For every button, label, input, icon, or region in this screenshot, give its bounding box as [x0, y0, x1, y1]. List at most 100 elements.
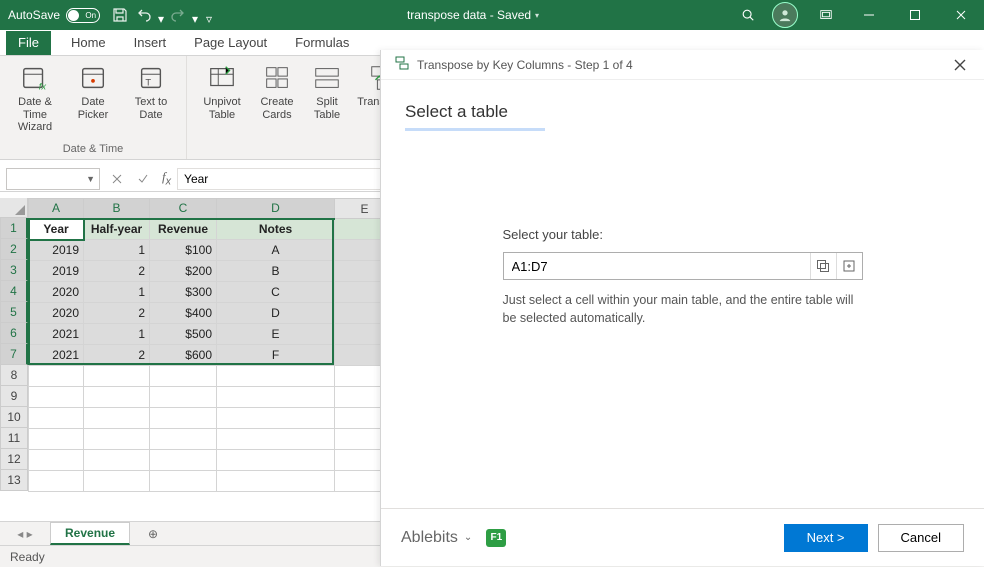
maximize-button[interactable] — [892, 0, 938, 30]
cell[interactable]: 2021 — [29, 324, 84, 345]
redo-icon[interactable] — [166, 3, 190, 27]
brand-label[interactable]: Ablebits⌄ — [401, 529, 472, 547]
tab-file[interactable]: File — [6, 31, 51, 55]
col-header[interactable]: B — [84, 199, 150, 219]
search-icon[interactable] — [732, 8, 764, 22]
cell[interactable] — [150, 387, 217, 408]
select-range-icon[interactable] — [810, 253, 836, 279]
cell[interactable] — [29, 366, 84, 387]
chevron-down-icon[interactable]: ▼ — [86, 174, 95, 184]
cell[interactable]: 2 — [84, 303, 150, 324]
cell[interactable] — [150, 471, 217, 492]
close-button[interactable] — [938, 0, 984, 30]
tab-home[interactable]: Home — [59, 31, 118, 55]
tab-formulas[interactable]: Formulas — [283, 31, 361, 55]
cell[interactable]: 1 — [84, 282, 150, 303]
cell[interactable] — [150, 366, 217, 387]
cell[interactable]: $600 — [150, 345, 217, 366]
col-header[interactable]: D — [217, 199, 335, 219]
row-header[interactable]: 10 — [0, 407, 28, 428]
qat-more[interactable]: ▿ — [206, 12, 212, 18]
row-header[interactable]: 11 — [0, 428, 28, 449]
cell[interactable]: 1 — [84, 324, 150, 345]
cell[interactable]: 2 — [84, 345, 150, 366]
tab-insert[interactable]: Insert — [122, 31, 179, 55]
cell[interactable]: 2020 — [29, 303, 84, 324]
add-sheet-button[interactable]: ⊕ — [140, 527, 166, 541]
cell[interactable] — [29, 387, 84, 408]
cell[interactable] — [150, 408, 217, 429]
row-header[interactable]: 1 — [0, 218, 28, 239]
sheet-tab-active[interactable]: Revenue — [50, 522, 130, 545]
sheet-nav-arrows[interactable]: ◂ ▸ — [0, 527, 50, 541]
cell[interactable]: $200 — [150, 261, 217, 282]
cell[interactable] — [84, 450, 150, 471]
cell[interactable]: E — [217, 324, 335, 345]
cell[interactable]: D — [217, 303, 335, 324]
cell[interactable] — [84, 429, 150, 450]
expand-range-icon[interactable] — [836, 253, 862, 279]
cell[interactable] — [217, 450, 335, 471]
cell[interactable]: Revenue — [150, 219, 217, 240]
select-all-triangle[interactable] — [0, 198, 28, 218]
cell[interactable] — [84, 471, 150, 492]
cell[interactable]: 2019 — [29, 240, 84, 261]
undo-icon[interactable] — [132, 3, 156, 27]
col-header[interactable]: A — [29, 199, 84, 219]
range-input[interactable] — [504, 259, 810, 274]
cell[interactable] — [217, 387, 335, 408]
cell[interactable] — [217, 408, 335, 429]
cell[interactable]: Notes — [217, 219, 335, 240]
tab-page-layout[interactable]: Page Layout — [182, 31, 279, 55]
cell[interactable] — [217, 471, 335, 492]
name-box[interactable]: ▼ — [6, 168, 100, 190]
cell[interactable] — [217, 366, 335, 387]
col-header[interactable]: C — [150, 199, 217, 219]
create-cards-button[interactable]: CreateCards — [253, 60, 301, 121]
cell[interactable]: $100 — [150, 240, 217, 261]
ribbon-display-icon[interactable] — [806, 8, 846, 22]
cell[interactable] — [29, 429, 84, 450]
account-avatar[interactable] — [772, 2, 798, 28]
row-header[interactable]: 7 — [0, 344, 28, 365]
cell[interactable]: $500 — [150, 324, 217, 345]
cell[interactable]: C — [217, 282, 335, 303]
cell[interactable]: $400 — [150, 303, 217, 324]
row-header[interactable]: 3 — [0, 260, 28, 281]
cell[interactable] — [150, 429, 217, 450]
fx-icon[interactable]: fx — [156, 169, 177, 188]
cell[interactable] — [29, 471, 84, 492]
cell[interactable] — [84, 366, 150, 387]
cell[interactable]: A — [217, 240, 335, 261]
cell[interactable]: 2019 — [29, 261, 84, 282]
cell[interactable] — [84, 387, 150, 408]
row-header[interactable]: 9 — [0, 386, 28, 407]
row-header[interactable]: 6 — [0, 323, 28, 344]
accept-formula-icon[interactable] — [130, 173, 156, 185]
cell[interactable] — [29, 408, 84, 429]
cell[interactable]: 2020 — [29, 282, 84, 303]
cell[interactable]: B — [217, 261, 335, 282]
text-to-date-button[interactable]: T Text toDate — [124, 60, 178, 121]
cell[interactable] — [150, 450, 217, 471]
date-picker-button[interactable]: DatePicker — [66, 60, 120, 121]
cancel-formula-icon[interactable] — [104, 173, 130, 185]
cell[interactable]: 2 — [84, 261, 150, 282]
cell[interactable]: F — [217, 345, 335, 366]
row-header[interactable]: 13 — [0, 470, 28, 491]
row-header[interactable]: 2 — [0, 239, 28, 260]
minimize-button[interactable] — [846, 0, 892, 30]
dialog-close-button[interactable] — [950, 55, 970, 75]
cell[interactable] — [29, 450, 84, 471]
cell[interactable]: 2021 — [29, 345, 84, 366]
cell[interactable] — [84, 408, 150, 429]
split-table-button[interactable]: SplitTable — [305, 60, 349, 121]
cell[interactable]: Year — [29, 219, 84, 240]
save-icon[interactable] — [108, 3, 132, 27]
cell[interactable] — [217, 429, 335, 450]
row-header[interactable]: 4 — [0, 281, 28, 302]
cell[interactable]: Half-year — [84, 219, 150, 240]
cell[interactable]: $300 — [150, 282, 217, 303]
f1-help-badge[interactable]: F1 — [486, 529, 506, 547]
cell[interactable]: 1 — [84, 240, 150, 261]
